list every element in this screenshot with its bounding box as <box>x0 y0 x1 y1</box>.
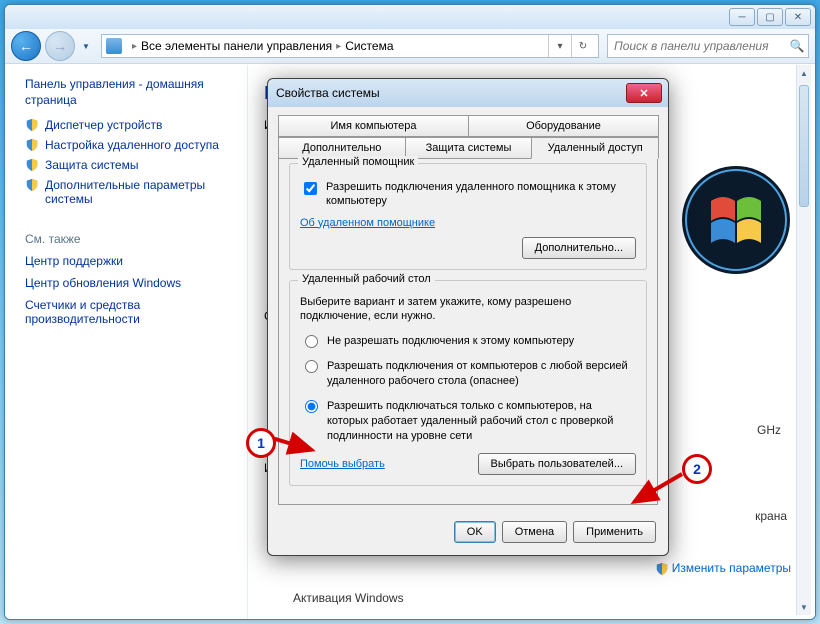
breadcrumb-sep-icon: ▸ <box>132 41 137 52</box>
titlebar: ─ ▢ ✕ <box>5 5 815 29</box>
system-properties-dialog: Свойства системы ✕ Имя компьютера Оборуд… <box>267 78 669 556</box>
search-box[interactable]: 🔍 <box>607 34 809 58</box>
back-button[interactable]: ← <box>11 31 41 61</box>
advanced-button[interactable]: Дополнительно... <box>522 237 636 259</box>
sidebar-heading[interactable]: Панель управления - домашняя страница <box>25 77 241 108</box>
remote-assistance-group: Удаленный помощник Разрешить подключения… <box>289 163 647 270</box>
history-dropdown-icon[interactable]: ▼ <box>79 32 93 60</box>
close-button[interactable]: ✕ <box>785 8 811 26</box>
sidebar-link-label: Настройка удаленного доступа <box>45 138 219 152</box>
radio-deny[interactable] <box>305 335 318 348</box>
select-users-button[interactable]: Выбрать пользователей... <box>478 453 637 475</box>
shield-icon <box>25 118 39 132</box>
forward-button[interactable]: → <box>45 31 75 61</box>
maximize-button[interactable]: ▢ <box>757 8 783 26</box>
sidebar-link-label: Дополнительные параметры системы <box>45 178 241 206</box>
group-title: Удаленный помощник <box>298 156 418 168</box>
group-description: Выберите вариант и затем укажите, кому р… <box>300 295 636 325</box>
cancel-button[interactable]: Отмена <box>502 521 567 543</box>
activation-heading: Активация Windows <box>293 591 404 605</box>
scroll-thumb[interactable] <box>799 85 809 207</box>
tab-panel-remote: Удаленный помощник Разрешить подключения… <box>278 155 658 505</box>
about-remote-assist-link[interactable]: Об удаленном помощнике <box>300 217 435 229</box>
ok-button[interactable]: OK <box>454 521 496 543</box>
system-icon <box>106 38 122 54</box>
scroll-up-icon[interactable]: ▲ <box>797 65 811 81</box>
scrollbar[interactable]: ▲ ▼ <box>796 65 811 615</box>
change-settings-label: Изменить параметры <box>672 561 791 575</box>
see-also-link[interactable]: Центр обновления Windows <box>25 276 241 290</box>
sidebar-link-advanced[interactable]: Дополнительные параметры системы <box>25 178 241 206</box>
annotation-badge-1: 1 <box>246 428 276 458</box>
text-fragment: крана <box>755 509 787 523</box>
allow-remote-assist-label: Разрешить подключения удаленного помощни… <box>326 180 636 209</box>
radio-deny-label: Не разрешать подключения к этому компьют… <box>327 334 574 349</box>
see-also-link[interactable]: Центр поддержки <box>25 254 241 268</box>
shield-icon <box>25 138 39 152</box>
remote-desktop-group: Удаленный рабочий стол Выберите вариант … <box>289 280 647 487</box>
tab-remote[interactable]: Удаленный доступ <box>531 137 659 159</box>
breadcrumb-item[interactable]: Все элементы панели управления <box>141 39 332 53</box>
tab-computer-name[interactable]: Имя компьютера <box>278 115 469 137</box>
address-bar[interactable]: ▸ Все элементы панели управления ▸ Систе… <box>101 34 599 58</box>
scroll-down-icon[interactable]: ▼ <box>797 599 811 615</box>
dialog-titlebar[interactable]: Свойства системы ✕ <box>268 79 668 107</box>
dialog-footer: OK Отмена Применить <box>268 513 668 555</box>
apply-button[interactable]: Применить <box>573 521 656 543</box>
refresh-icon[interactable]: ↻ <box>571 35 594 57</box>
annotation-number: 2 <box>693 461 701 477</box>
navbar: ← → ▼ ▸ Все элементы панели управления ▸… <box>5 29 815 64</box>
change-settings-link[interactable]: Изменить параметры <box>655 561 791 577</box>
annotation-badge-2: 2 <box>682 454 712 484</box>
shield-icon <box>25 158 39 172</box>
search-icon: 🔍 <box>786 39 808 53</box>
tab-hardware[interactable]: Оборудование <box>468 115 659 137</box>
see-also-link[interactable]: Счетчики и средства производительности <box>25 298 185 326</box>
minimize-button[interactable]: ─ <box>729 8 755 26</box>
group-title: Удаленный рабочий стол <box>298 273 435 285</box>
sidebar-link-label: Защита системы <box>45 158 138 172</box>
breadcrumb-item[interactable]: Система <box>345 39 393 53</box>
text-fragment: GHz <box>757 423 781 437</box>
breadcrumb-sep-icon: ▸ <box>336 41 341 52</box>
dialog-title: Свойства системы <box>276 86 380 100</box>
search-input[interactable] <box>608 39 786 53</box>
radio-allow-nla[interactable] <box>305 400 318 413</box>
annotation-arrow-icon <box>626 470 686 510</box>
radio-allow-nla-label: Разрешить подключаться только с компьюте… <box>327 399 636 444</box>
sidebar-link-label: Диспетчер устройств <box>45 118 162 132</box>
allow-remote-assist-checkbox[interactable] <box>304 182 317 195</box>
tab-protection[interactable]: Защита системы <box>405 137 533 159</box>
shield-icon <box>655 562 669 576</box>
help-choose-link[interactable]: Помочь выбрать <box>300 458 385 470</box>
sidebar-link-remote[interactable]: Настройка удаленного доступа <box>25 138 241 152</box>
sidebar-link-device-manager[interactable]: Диспетчер устройств <box>25 118 241 132</box>
annotation-arrow-icon <box>270 428 320 458</box>
address-dropdown-icon[interactable]: ▾ <box>548 35 571 57</box>
dialog-close-button[interactable]: ✕ <box>626 83 662 103</box>
annotation-number: 1 <box>257 435 265 451</box>
windows-logo-icon <box>681 165 791 275</box>
dialog-tabs: Имя компьютера Оборудование Дополнительн… <box>278 115 658 155</box>
see-also-heading: См. также <box>25 232 241 246</box>
sidebar-link-protection[interactable]: Защита системы <box>25 158 241 172</box>
radio-allow-any[interactable] <box>305 360 318 373</box>
sidebar: Панель управления - домашняя страница Ди… <box>5 65 247 619</box>
radio-allow-any-label: Разрешать подключения от компьютеров с л… <box>327 359 636 389</box>
shield-icon <box>25 178 39 192</box>
